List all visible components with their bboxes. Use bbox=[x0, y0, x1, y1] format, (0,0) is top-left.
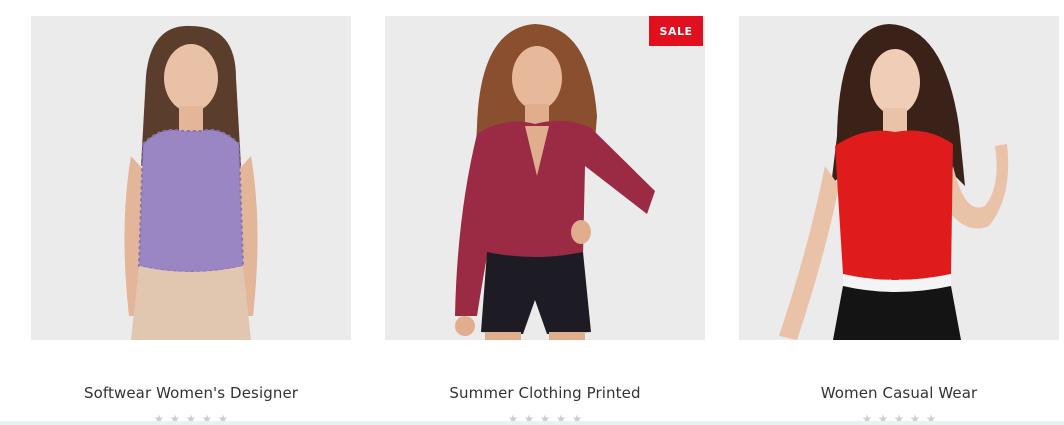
product-title[interactable]: Summer Clothing Printed bbox=[385, 384, 705, 402]
product-photo-red-shirt bbox=[739, 16, 1059, 340]
product-image[interactable]: SALE bbox=[385, 16, 705, 340]
product-title[interactable]: Softwear Women's Designer bbox=[31, 384, 351, 402]
sale-badge: SALE bbox=[649, 16, 703, 46]
product-card[interactable]: Softwear Women's Designer ★ ★ ★ ★ ★ bbox=[31, 0, 351, 425]
product-photo-purple-top bbox=[31, 16, 351, 340]
product-image[interactable] bbox=[31, 16, 351, 340]
product-grid: Softwear Women's Designer ★ ★ ★ ★ ★ SALE… bbox=[0, 0, 1064, 425]
product-photo-burgundy-blouse bbox=[385, 16, 705, 340]
section-divider bbox=[0, 421, 1064, 425]
product-image[interactable] bbox=[739, 16, 1059, 340]
product-title[interactable]: Women Casual Wear bbox=[739, 384, 1059, 402]
product-card[interactable]: SALE Summer Clothing Printed ★ ★ ★ ★ ★ bbox=[385, 0, 705, 425]
product-card[interactable]: Women Casual Wear ★ ★ ★ ★ ★ bbox=[739, 0, 1059, 425]
